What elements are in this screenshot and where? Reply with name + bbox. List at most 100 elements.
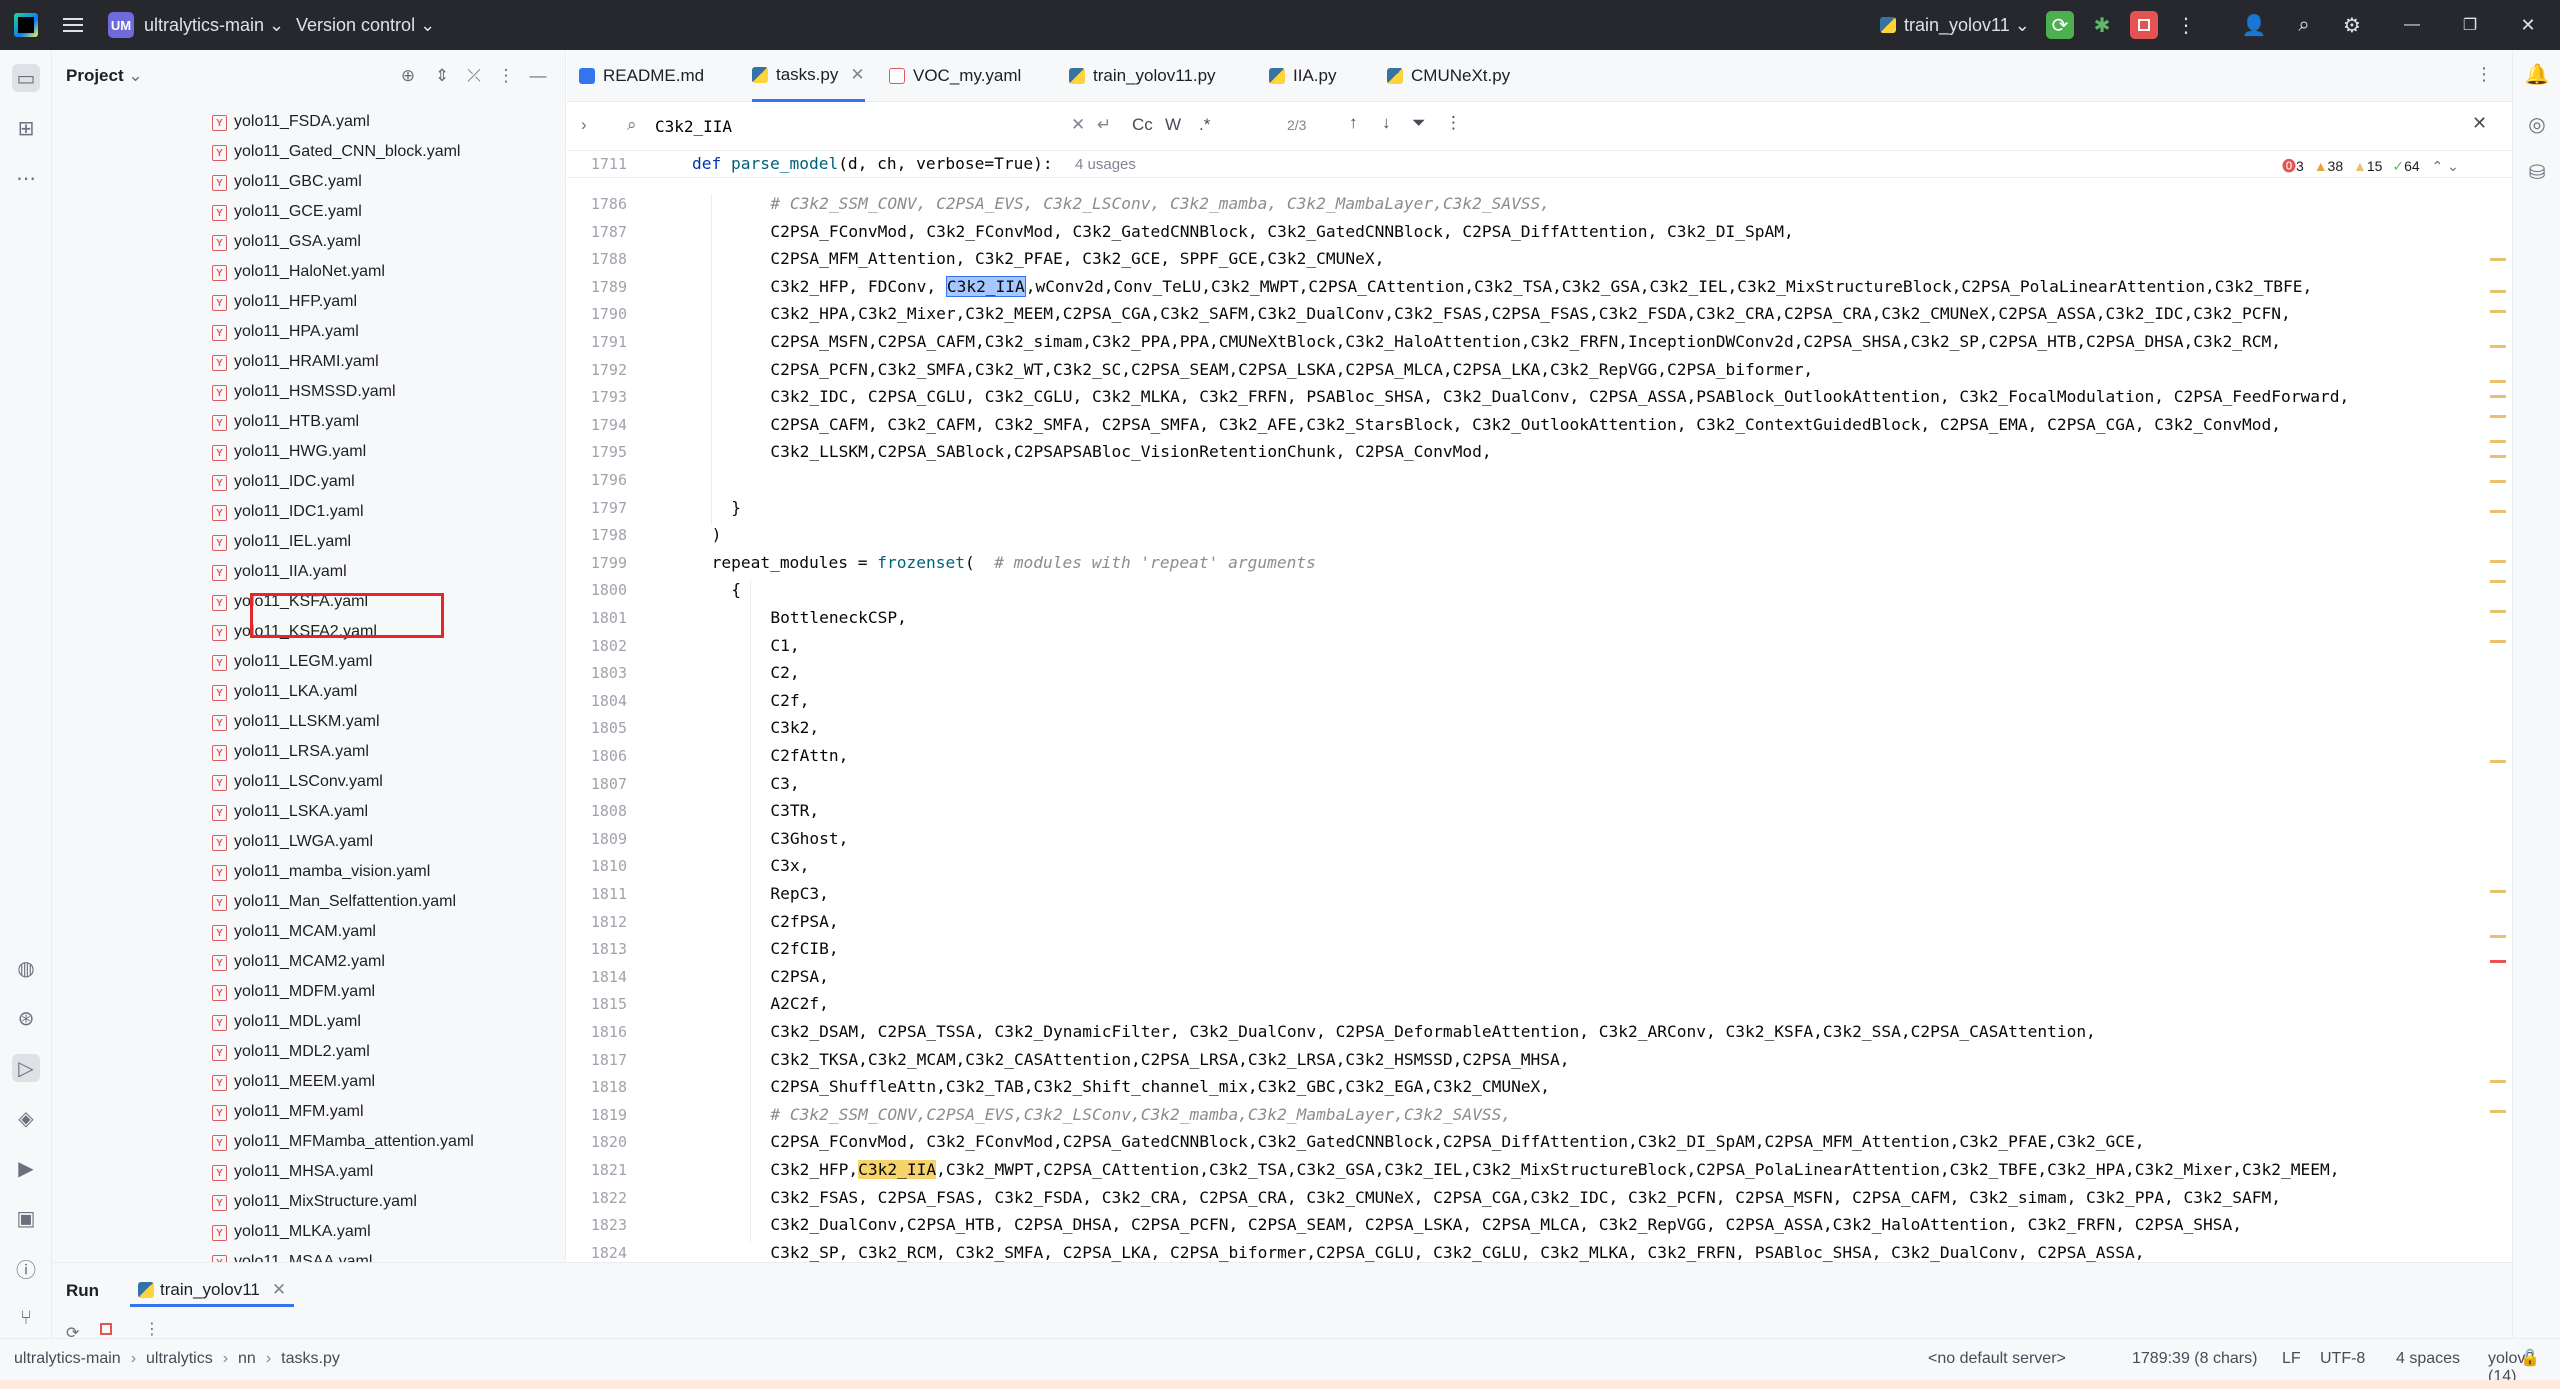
- tree-file-item[interactable]: Yyolo11_HRAMI.yaml: [52, 348, 566, 378]
- tab-iia-py[interactable]: IIA.py: [1269, 50, 1336, 102]
- stripe-marker[interactable]: [2490, 290, 2506, 293]
- stop-icon[interactable]: [2130, 11, 2158, 39]
- tree-file-item[interactable]: Yyolo11_Gated_CNN_block.yaml: [52, 138, 566, 168]
- tree-file-item[interactable]: Yyolo11_Man_Selfattention.yaml: [52, 888, 566, 918]
- breadcrumb-item[interactable]: nn: [238, 1350, 256, 1368]
- tree-file-item[interactable]: Yyolo11_MLKA.yaml: [52, 1218, 566, 1248]
- hide-panel-icon[interactable]: —: [526, 64, 550, 88]
- search-icon[interactable]: ⌕: [2290, 11, 2318, 39]
- tree-file-item[interactable]: Yyolo11_MDFM.yaml: [52, 978, 566, 1008]
- tree-file-item[interactable]: Yyolo11_FSDA.yaml: [52, 110, 566, 138]
- tab-train-yolov11-py[interactable]: train_yolov11.py: [1069, 50, 1216, 102]
- tree-file-item[interactable]: Yyolo11_MHSA.yaml: [52, 1158, 566, 1188]
- close-find-icon[interactable]: ✕: [2472, 113, 2487, 134]
- tree-file-item[interactable]: Yyolo11_LSConv.yaml: [52, 768, 566, 798]
- project-panel-title[interactable]: Project ⌄: [66, 66, 143, 86]
- tree-file-item[interactable]: Yyolo11_HPA.yaml: [52, 318, 566, 348]
- main-menu-icon[interactable]: [60, 12, 86, 38]
- file-encoding[interactable]: UTF-8: [2320, 1350, 2365, 1368]
- tree-file-item[interactable]: Yyolo11_MCAM2.yaml: [52, 948, 566, 978]
- whole-word-toggle[interactable]: W: [1165, 115, 1181, 135]
- project-folder-icon[interactable]: ▭: [12, 64, 40, 92]
- tree-file-item[interactable]: Yyolo11_GCE.yaml: [52, 198, 566, 228]
- tree-file-item[interactable]: Yyolo11_IDC1.yaml: [52, 498, 566, 528]
- more-actions-icon[interactable]: ⋮: [2172, 11, 2200, 39]
- stop-small-icon[interactable]: [100, 1323, 112, 1335]
- tree-file-item[interactable]: Yyolo11_IEL.yaml: [52, 528, 566, 558]
- stripe-marker[interactable]: [2490, 580, 2506, 583]
- stripe-marker[interactable]: [2490, 345, 2506, 348]
- python-console-icon[interactable]: ⊛: [12, 1004, 40, 1032]
- stripe-marker[interactable]: [2490, 640, 2506, 643]
- rerun-icon[interactable]: ⟳: [2046, 11, 2074, 39]
- stripe-marker[interactable]: [2490, 760, 2506, 763]
- stripe-marker[interactable]: [2490, 480, 2506, 483]
- next-match-icon[interactable]: ↓: [1382, 113, 1391, 133]
- tab-options-icon[interactable]: ⋮: [2475, 64, 2493, 85]
- line-separator[interactable]: LF: [2282, 1350, 2301, 1368]
- tree-file-item[interactable]: Yyolo11_MEEM.yaml: [52, 1068, 566, 1098]
- collapse-find-icon[interactable]: ›: [581, 115, 587, 135]
- notifications-icon[interactable]: 🔔: [2523, 60, 2551, 88]
- version-control-menu[interactable]: Version control ⌄: [296, 15, 435, 36]
- tree-file-item[interactable]: Yyolo11_LSKA.yaml: [52, 798, 566, 828]
- server-status[interactable]: <no default server>: [1928, 1350, 2066, 1368]
- tree-file-item[interactable]: Yyolo11_GSA.yaml: [52, 228, 566, 258]
- panel-options-icon[interactable]: ⋮: [494, 64, 518, 88]
- run-panel-title[interactable]: Run: [66, 1281, 99, 1301]
- pycharm-logo-icon[interactable]: [14, 13, 38, 37]
- run-tab[interactable]: train_yolov11 ✕: [130, 1275, 295, 1307]
- run-tool-icon[interactable]: ▷: [12, 1054, 40, 1082]
- close-window-icon[interactable]: ✕: [2514, 11, 2542, 39]
- run-options-icon[interactable]: ⋮: [144, 1319, 160, 1339]
- problems-icon[interactable]: ⓘ: [12, 1254, 40, 1282]
- tree-file-item[interactable]: Yyolo11_MFM.yaml: [52, 1098, 566, 1128]
- stripe-marker[interactable]: [2490, 960, 2506, 963]
- tree-file-item[interactable]: Yyolo11_LLSKM.yaml: [52, 708, 566, 738]
- git-icon[interactable]: ⑂: [12, 1304, 40, 1332]
- previous-match-icon[interactable]: ↑: [1349, 113, 1358, 133]
- filter-icon[interactable]: ⏷: [1412, 113, 1426, 133]
- services-icon[interactable]: ▶: [12, 1154, 40, 1182]
- code-editor[interactable]: 1711 def parse_model(d, ch, verbose=True…: [567, 152, 2512, 1262]
- tree-file-item[interactable]: Yyolo11_IIA.yaml: [52, 558, 566, 588]
- stripe-marker[interactable]: [2490, 1080, 2506, 1083]
- tree-file-item[interactable]: Yyolo11_MDL.yaml: [52, 1008, 566, 1038]
- stripe-marker[interactable]: [2490, 380, 2506, 383]
- ai-assistant-icon[interactable]: ◎: [2523, 110, 2551, 138]
- debug-icon[interactable]: ✱: [2088, 11, 2116, 39]
- tree-file-item[interactable]: Yyolo11_MDL2.yaml: [52, 1038, 566, 1068]
- tree-file-item[interactable]: Yyolo11_IDC.yaml: [52, 468, 566, 498]
- structure-icon[interactable]: ⊞: [12, 114, 40, 142]
- tree-file-item[interactable]: Yyolo11_MixStructure.yaml: [52, 1188, 566, 1218]
- tree-file-item[interactable]: Yyolo11_LKA.yaml: [52, 678, 566, 708]
- locate-file-icon[interactable]: ⊕: [396, 64, 420, 88]
- regex-toggle[interactable]: .*: [1199, 115, 1210, 135]
- stripe-marker[interactable]: [2490, 890, 2506, 893]
- minimize-icon[interactable]: —: [2398, 11, 2426, 39]
- python-packages-icon[interactable]: ◍: [12, 954, 40, 982]
- tab-readme-md[interactable]: README.md: [579, 50, 704, 102]
- stripe-marker[interactable]: [2490, 258, 2506, 261]
- tree-file-item[interactable]: Yyolo11_LEGM.yaml: [52, 648, 566, 678]
- stripe-marker[interactable]: [2490, 610, 2506, 613]
- breadcrumb-item[interactable]: ultralytics-main: [14, 1350, 121, 1368]
- stripe-marker[interactable]: [2490, 440, 2506, 443]
- project-switcher[interactable]: ultralytics-main ⌄: [144, 15, 284, 36]
- tree-file-item[interactable]: Yyolo11_HWG.yaml: [52, 438, 566, 468]
- caret-position[interactable]: 1789:39 (8 chars): [2132, 1350, 2257, 1368]
- tree-file-item[interactable]: Yyolo11_LWGA.yaml: [52, 828, 566, 858]
- search-history-icon[interactable]: ⌕: [627, 115, 637, 135]
- database-icon[interactable]: ⛁: [2523, 158, 2551, 186]
- find-options-icon[interactable]: ⋮: [1445, 113, 1462, 133]
- expand-all-icon[interactable]: ⇕: [430, 64, 454, 88]
- tree-file-item[interactable]: Yyolo11_MSAA.yaml: [52, 1248, 566, 1262]
- tab-tasks-py[interactable]: tasks.py ✕: [752, 50, 865, 102]
- stripe-marker[interactable]: [2490, 310, 2506, 313]
- stripe-marker[interactable]: [2490, 935, 2506, 938]
- tree-file-item[interactable]: Yyolo11_HaloNet.yaml: [52, 258, 566, 288]
- tree-file-item[interactable]: Yyolo11_HSMSSD.yaml: [52, 378, 566, 408]
- find-input[interactable]: [653, 111, 953, 141]
- tree-file-item[interactable]: Yyolo11_LRSA.yaml: [52, 738, 566, 768]
- stripe-marker[interactable]: [2490, 560, 2506, 563]
